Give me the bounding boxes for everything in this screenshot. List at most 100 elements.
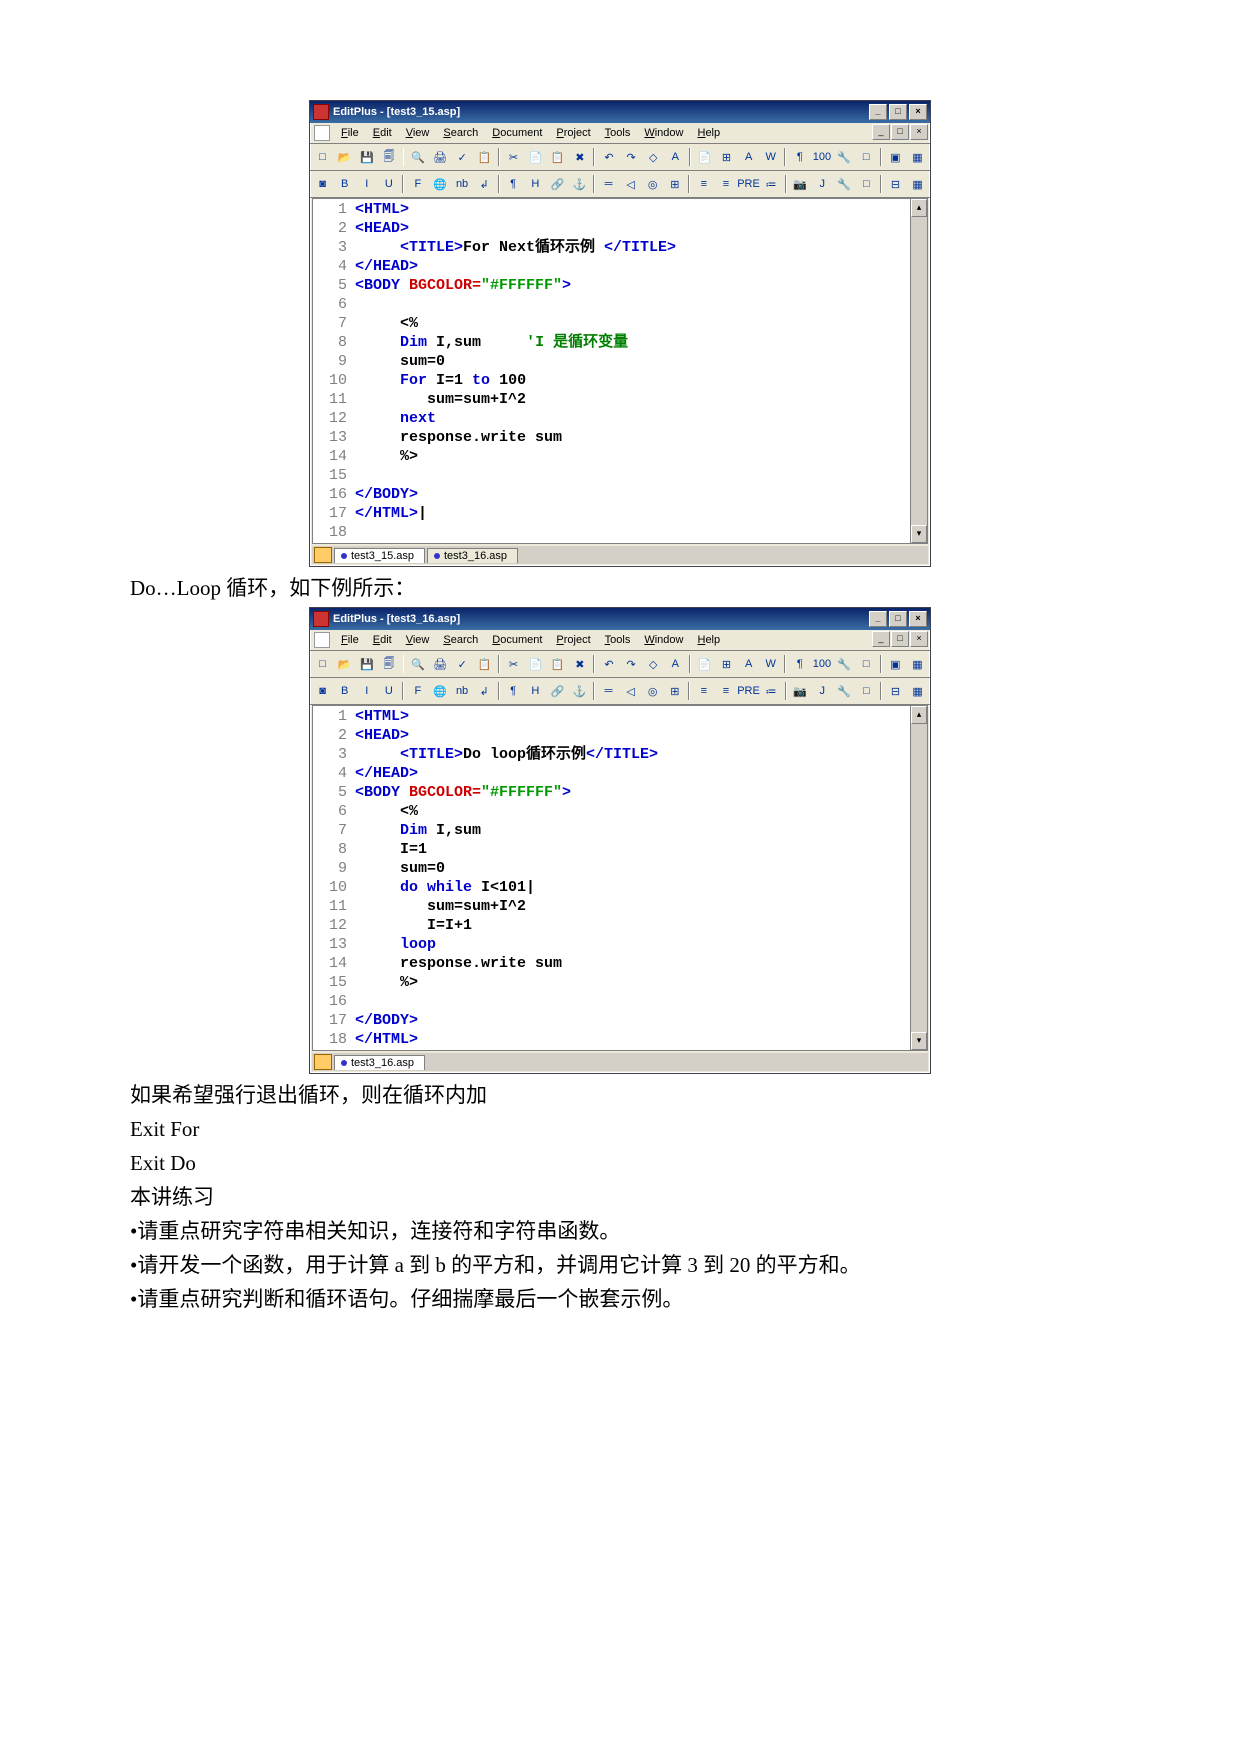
toolbar-button[interactable]: 📂 [334, 146, 355, 168]
menu-view[interactable]: View [399, 633, 437, 647]
toolbar-button[interactable]: 📋 [547, 653, 568, 675]
toolbar-button[interactable]: ◎ [642, 173, 663, 195]
toolbar-button[interactable]: ✖ [569, 653, 590, 675]
toolbar-button[interactable]: W [760, 653, 781, 675]
toolbar-button[interactable]: H [525, 173, 546, 195]
toolbar-button[interactable]: ↶ [598, 653, 619, 675]
code-content[interactable]: sum=0 [355, 352, 445, 371]
toolbar-button[interactable]: ✂ [503, 653, 524, 675]
toolbar-button[interactable]: ↲ [474, 173, 495, 195]
menu-file[interactable]: File [334, 126, 366, 140]
toolbar-button[interactable]: 📋 [474, 653, 495, 675]
menu-window[interactable]: Window [637, 633, 690, 647]
maximize-button[interactable]: □ [889, 611, 907, 627]
toolbar-button[interactable]: 100 [811, 653, 832, 675]
toolbar-button[interactable]: ↷ [620, 653, 641, 675]
code-content[interactable]: do while I<101| [355, 878, 535, 897]
toolbar-button[interactable]: 🔗 [547, 680, 568, 702]
toolbar-button[interactable]: ⊟ [885, 173, 906, 195]
code-content[interactable]: Dim I,sum 'I 是循环变量 [355, 333, 628, 352]
code-content[interactable]: response.write sum [355, 954, 562, 973]
toolbar-button[interactable]: A [665, 146, 686, 168]
toolbar-button[interactable]: 🌐 [429, 173, 450, 195]
toolbar-button[interactable]: ◇ [643, 653, 664, 675]
menu-tools[interactable]: Tools [598, 633, 638, 647]
toolbar-button[interactable]: ▦ [907, 146, 928, 168]
code-content[interactable]: </HEAD> [355, 257, 418, 276]
code-content[interactable]: For I=1 to 100 [355, 371, 526, 390]
toolbar-button[interactable]: U [378, 173, 399, 195]
toolbar-button[interactable]: B [334, 173, 355, 195]
code-content[interactable]: <% [355, 802, 418, 821]
toolbar-button[interactable]: 📋 [547, 146, 568, 168]
code-content[interactable]: <TITLE>For Next循环示例 </TITLE> [355, 238, 676, 257]
mdi-close-button[interactable]: × [910, 124, 928, 140]
code-content[interactable]: loop [355, 935, 436, 954]
toolbar-button[interactable]: ≔ [761, 173, 782, 195]
toolbar-button[interactable]: F [407, 173, 428, 195]
toolbar-button[interactable]: ✓ [452, 653, 473, 675]
toolbar-button[interactable]: ⊟ [885, 680, 906, 702]
menu-file[interactable]: File [334, 633, 366, 647]
toolbar-button[interactable]: 🔗 [547, 173, 568, 195]
toolbar-button[interactable]: 💾 [356, 653, 377, 675]
code-content[interactable]: <TITLE>Do loop循环示例</TITLE> [355, 745, 658, 764]
toolbar-button[interactable]: ✂ [503, 146, 524, 168]
toolbar-button[interactable]: ↶ [598, 146, 619, 168]
toolbar-button[interactable]: 🗐 [378, 146, 399, 168]
title-bar[interactable]: EditPlus - [test3_16.asp] _ □ × [310, 608, 930, 630]
toolbar-button[interactable]: ◙ [312, 680, 333, 702]
toolbar-button[interactable]: □ [856, 173, 877, 195]
toolbar-button[interactable]: ═ [598, 173, 619, 195]
toolbar-button[interactable]: □ [856, 680, 877, 702]
minimize-button[interactable]: _ [869, 611, 887, 627]
toolbar-button[interactable]: ≔ [761, 680, 782, 702]
toolbar-button[interactable]: ▦ [907, 653, 928, 675]
toolbar-button[interactable]: ▦ [907, 680, 928, 702]
scroll-up-icon[interactable]: ▴ [911, 199, 927, 217]
toolbar-button[interactable]: 📂 [334, 653, 355, 675]
code-content[interactable]: <HEAD> [355, 219, 409, 238]
toolbar-button[interactable]: ≡ [693, 680, 714, 702]
code-content[interactable]: <BODY BGCOLOR="#FFFFFF"> [355, 276, 571, 295]
code-content[interactable]: %> [355, 447, 418, 466]
toolbar-button[interactable]: nb [452, 173, 473, 195]
toolbar-button[interactable]: 📷 [790, 680, 811, 702]
toolbar-button[interactable]: 🖨 [430, 653, 451, 675]
toolbar-button[interactable]: ✓ [452, 146, 473, 168]
close-button[interactable]: × [909, 104, 927, 120]
toolbar-button[interactable]: A [738, 146, 759, 168]
code-content[interactable]: <% [355, 314, 418, 333]
code-content[interactable]: response.write sum [355, 428, 562, 447]
toolbar-button[interactable]: A [738, 653, 759, 675]
toolbar-button[interactable]: ⊞ [664, 173, 685, 195]
folder-icon[interactable] [314, 1054, 332, 1070]
maximize-button[interactable]: □ [889, 104, 907, 120]
toolbar-button[interactable]: ▣ [885, 146, 906, 168]
toolbar-button[interactable]: □ [856, 146, 877, 168]
toolbar-button[interactable]: 🌐 [429, 680, 450, 702]
toolbar-button[interactable]: A [665, 653, 686, 675]
toolbar-button[interactable]: 🖨 [430, 146, 451, 168]
toolbar-button[interactable]: PRE [738, 680, 760, 702]
title-bar[interactable]: EditPlus - [test3_15.asp] _ □ × [310, 101, 930, 123]
toolbar-button[interactable]: ⚓ [569, 680, 590, 702]
code-content[interactable]: %> [355, 973, 418, 992]
vertical-scrollbar[interactable]: ▴ ▾ [910, 199, 927, 543]
toolbar-button[interactable]: nb [452, 680, 473, 702]
toolbar-button[interactable]: B [334, 680, 355, 702]
toolbar-button[interactable]: ≡ [715, 173, 736, 195]
vertical-scrollbar[interactable]: ▴ ▾ [910, 706, 927, 1050]
code-content[interactable]: </BODY> [355, 1011, 418, 1030]
toolbar-button[interactable]: ✖ [569, 146, 590, 168]
minimize-button[interactable]: _ [869, 104, 887, 120]
toolbar-button[interactable]: 💾 [356, 146, 377, 168]
file-tab[interactable]: test3_16.asp [427, 548, 518, 563]
toolbar-button[interactable]: 📄 [525, 146, 546, 168]
code-content[interactable]: next [355, 409, 436, 428]
menu-project[interactable]: Project [549, 633, 597, 647]
mdi-close-button[interactable]: × [910, 631, 928, 647]
toolbar-button[interactable]: 📋 [474, 146, 495, 168]
toolbar-button[interactable]: J [812, 680, 833, 702]
toolbar-button[interactable]: 📄 [694, 146, 715, 168]
